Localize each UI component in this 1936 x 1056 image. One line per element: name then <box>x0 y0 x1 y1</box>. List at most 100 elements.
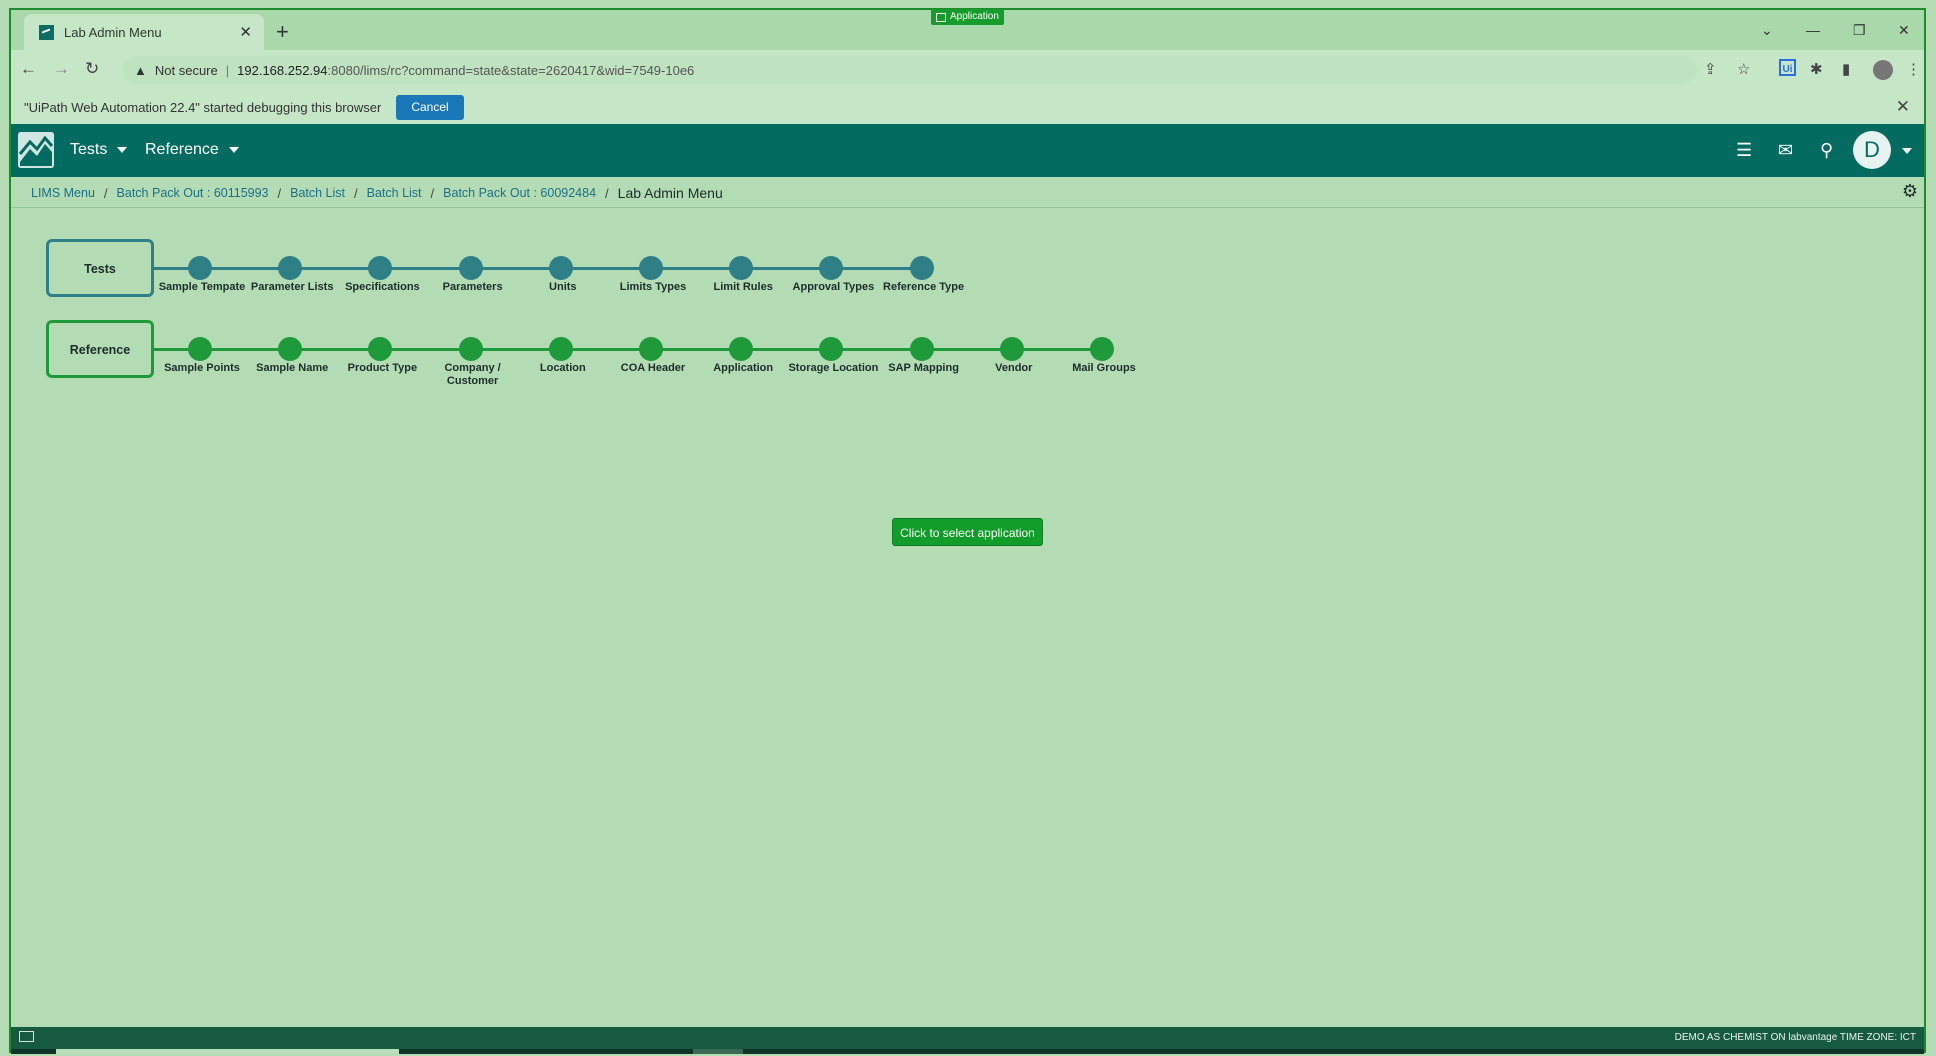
workflow-step-node[interactable] <box>278 256 303 280</box>
breadcrumb-link[interactable]: Batch List <box>367 186 422 200</box>
workflow-step-node[interactable] <box>458 337 483 361</box>
workflow-step-label[interactable]: Approval Types <box>785 281 881 294</box>
workflow-connector-line <box>154 267 922 270</box>
workflow-step-label[interactable]: Sample Tempate <box>154 281 250 294</box>
breadcrumb: LIMS Menu / Batch Pack Out : 60115993 / Ba… <box>11 177 1924 208</box>
workflow-step-label[interactable]: SAP Mapping <box>876 362 972 375</box>
bookmark-star-icon[interactable]: ☆ <box>1737 60 1750 78</box>
workflow-step-node[interactable] <box>639 337 663 361</box>
application-tag-label: Application <box>950 11 999 22</box>
favicon-icon <box>39 24 54 40</box>
workflow-step-node[interactable] <box>548 337 573 361</box>
workflow-step-label[interactable]: Limits Types <box>605 281 701 294</box>
workflow-step-label[interactable]: Mail Groups <box>1056 362 1152 375</box>
forward-icon[interactable]: → <box>53 59 70 79</box>
breadcrumb-link[interactable]: Batch Pack Out : 60092484 <box>443 186 596 200</box>
select-application-button[interactable]: Click to select application <box>892 518 1043 546</box>
workflow-step-label[interactable]: Location <box>515 362 611 375</box>
workflow-step-label[interactable]: Sample Name <box>244 362 340 375</box>
infobar-message: "UiPath Web Automation 22.4" started deb… <box>24 100 382 115</box>
search-icon[interactable]: ⚲ <box>1820 140 1833 161</box>
browser-menu-icon[interactable]: ⋮ <box>1906 60 1921 78</box>
session-status: DEMO AS CHEMIST ON labvantage TIME ZONE:… <box>1674 1032 1916 1043</box>
browser-tab[interactable]: Lab Admin Menu ✕ <box>24 14 264 50</box>
breadcrumb-separator: / <box>277 185 282 201</box>
breadcrumb-link[interactable]: Batch Pack Out : 60115993 <box>117 186 269 200</box>
tab-title: Lab Admin Menu <box>64 24 162 40</box>
breadcrumb-separator: / <box>430 185 435 201</box>
close-tab-icon[interactable]: ✕ <box>239 23 252 41</box>
uipath-extension-icon[interactable]: Ui <box>1779 59 1796 76</box>
avatar-chevron-down-icon[interactable] <box>1902 148 1912 154</box>
warning-icon: ▲ <box>134 62 147 78</box>
workflow-step-label[interactable]: Company / Customer <box>425 362 521 388</box>
breadcrumb-current: Lab Admin Menu <box>617 185 723 201</box>
workflow-step-label[interactable]: Units <box>515 281 611 294</box>
workflow-step-label[interactable]: Limit Rules <box>695 281 791 294</box>
breadcrumb-link[interactable]: Batch List <box>290 186 345 200</box>
chevron-down-icon <box>117 146 128 153</box>
address-bar-row: ← → ↻ ▲ Not secure | 192.168.252.94 :808… <box>11 50 1924 90</box>
workflow-step-node[interactable] <box>548 256 573 280</box>
status-footer: DEMO AS CHEMIST ON labvantage TIME ZONE:… <box>11 1027 1924 1049</box>
workflow-step-label[interactable]: COA Header <box>605 362 701 375</box>
workflow-step-label[interactable]: Application <box>695 362 791 375</box>
close-infobar-icon[interactable]: ✕ <box>1896 97 1910 117</box>
workflow-box-tests[interactable]: Tests <box>46 239 154 297</box>
workflow-step-label[interactable]: Product Type <box>334 362 430 375</box>
workflow-step-label[interactable]: Parameters <box>425 281 521 294</box>
workflow-step-node[interactable] <box>909 256 934 280</box>
hamburger-menu-icon[interactable]: ☰ <box>1736 140 1752 161</box>
workflow-step-node[interactable] <box>188 256 212 280</box>
restore-icon[interactable]: ❐ <box>1853 22 1866 39</box>
app-header: Tests Reference ☰ ✉ ⚲ D <box>11 124 1924 177</box>
gear-icon[interactable]: ⚙ <box>1902 181 1918 202</box>
side-panel-icon[interactable]: ▮ <box>1842 60 1850 78</box>
workflow-step-node[interactable] <box>1090 337 1114 361</box>
workflow-step-node[interactable] <box>729 256 754 280</box>
scrollbar-marker <box>693 1049 743 1054</box>
profile-icon[interactable] <box>1873 60 1893 80</box>
tab-search-icon[interactable]: ⌄ <box>1761 22 1773 39</box>
cancel-button[interactable]: Cancel <box>396 95 464 120</box>
security-label: Not secure <box>154 62 218 78</box>
reload-icon[interactable]: ↻ <box>85 59 99 79</box>
breadcrumb-separator: / <box>354 185 358 201</box>
workflow-step-node[interactable] <box>278 337 303 361</box>
workflow-step-label[interactable]: Storage Location <box>785 362 881 375</box>
workflow-step-node[interactable] <box>639 256 663 280</box>
monitor-icon <box>19 1031 34 1042</box>
menu-reference[interactable]: Reference <box>145 141 239 159</box>
workflow-step-node[interactable] <box>999 337 1024 361</box>
url-path: :8080/lims/rc?command=state&state=262041… <box>327 62 695 78</box>
url-host: 192.168.252.94 <box>237 62 328 78</box>
workflow-step-label[interactable]: Sample Points <box>154 362 250 375</box>
workflow-step-node[interactable] <box>188 337 212 361</box>
menu-tests[interactable]: Tests <box>70 141 128 159</box>
minimize-icon[interactable]: — <box>1806 22 1820 38</box>
workflow-step-label[interactable]: Vendor <box>966 362 1062 375</box>
avatar[interactable]: D <box>1853 131 1891 169</box>
breadcrumb-separator: / <box>103 185 108 201</box>
workflow-step-label[interactable]: Parameter Lists <box>244 281 340 294</box>
close-window-icon[interactable]: ✕ <box>1898 22 1910 39</box>
extensions-puzzle-icon[interactable]: ✱ <box>1810 60 1823 78</box>
breadcrumb-link[interactable]: LIMS Menu <box>31 186 95 200</box>
url-bar[interactable]: ▲ Not secure | 192.168.252.94 :8080/lims… <box>122 56 1697 84</box>
app-logo-icon[interactable] <box>18 132 54 168</box>
menu-reference-label: Reference <box>145 141 219 158</box>
scrollbar-thumb[interactable] <box>56 1049 399 1054</box>
share-icon[interactable]: ⇪ <box>1704 60 1717 78</box>
new-tab-icon[interactable]: + <box>276 19 289 45</box>
workflow-step-node[interactable] <box>729 337 754 361</box>
horizontal-scrollbar[interactable] <box>11 1049 1924 1054</box>
workflow-step-node[interactable] <box>909 337 934 361</box>
workflow-step-node[interactable] <box>458 256 483 280</box>
workflow-step-label[interactable]: Specifications <box>334 281 430 294</box>
workflow-box-reference[interactable]: Reference <box>46 320 154 378</box>
menu-tests-label: Tests <box>70 141 108 158</box>
application-tag: Application <box>931 9 1004 25</box>
workflow-step-label[interactable]: Reference Type <box>876 281 972 294</box>
mail-icon[interactable]: ✉ <box>1778 140 1793 161</box>
back-icon[interactable]: ← <box>20 59 37 79</box>
